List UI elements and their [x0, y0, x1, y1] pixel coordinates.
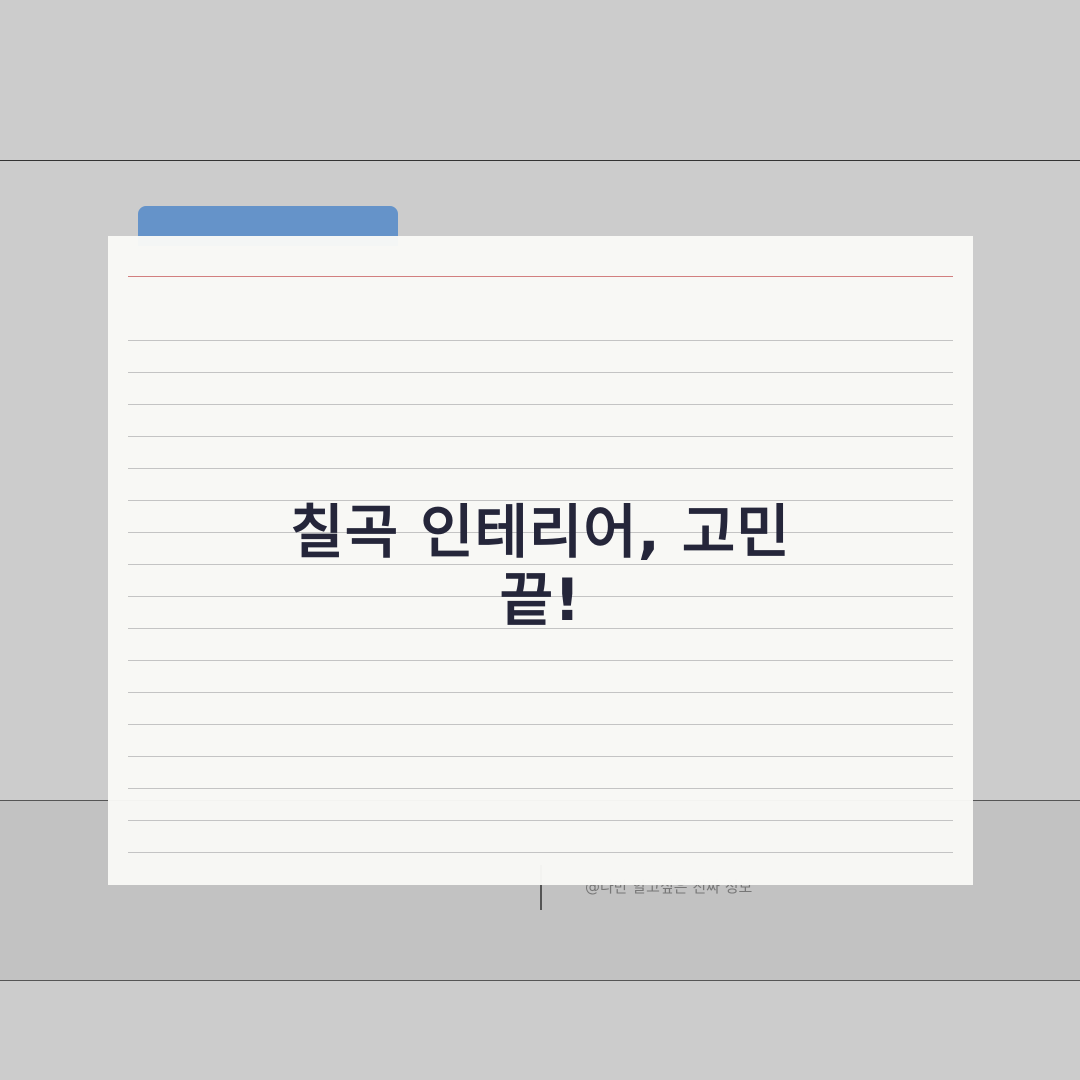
page-title: 칠곡 인테리어, 고민 끝! [108, 498, 973, 634]
note-card: 칠곡 인테리어, 고민 끝! [108, 236, 973, 885]
title-line-1: 칠곡 인테리어, 고민 [290, 498, 791, 566]
card-margin-line [128, 276, 953, 277]
title-line-2: 끝! [499, 566, 582, 634]
top-divider [0, 160, 1080, 161]
